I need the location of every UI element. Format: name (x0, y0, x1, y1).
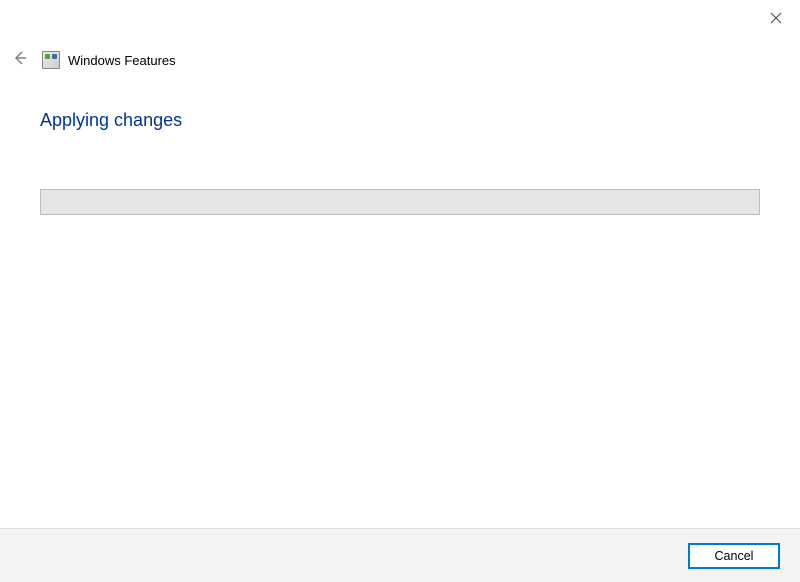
app-icon (42, 51, 60, 69)
header-row: Windows Features (0, 40, 800, 80)
back-button (6, 46, 34, 74)
arrow-left-icon (12, 50, 28, 71)
cancel-button[interactable]: Cancel (688, 543, 780, 569)
close-icon (770, 11, 782, 29)
footer: Cancel (0, 528, 800, 582)
content-area: Applying changes (0, 80, 800, 215)
close-button[interactable] (760, 4, 792, 36)
progress-bar (40, 189, 760, 215)
window-title: Windows Features (68, 53, 176, 68)
titlebar (0, 0, 800, 40)
page-heading: Applying changes (40, 110, 760, 131)
